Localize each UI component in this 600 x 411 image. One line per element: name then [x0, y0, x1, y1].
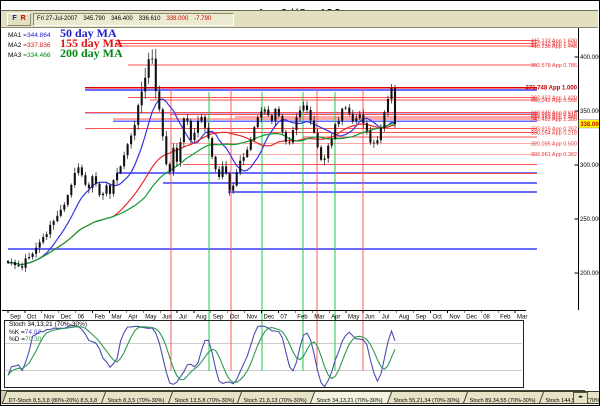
date-axis-label: Nov: [44, 315, 55, 321]
ma-line: [8, 124, 395, 265]
red-level-label: 309.961 App 0.382: [531, 152, 577, 158]
date-axis-label: 06: [78, 315, 85, 321]
stoch-tab-1[interactable]: Stoch 8,3,5 (70%-30%): [100, 391, 174, 404]
ma-legend-row-3: MA3 =334.466200 day MA: [8, 48, 123, 58]
stoch-tab-3[interactable]: Stoch 21,8,13 (70%-30%): [237, 391, 317, 404]
date-axis-label: Jun: [162, 315, 172, 321]
ma-legend: MA1 =344.86450 day MAMA2 =337.836155 day…: [8, 28, 123, 58]
price-chart-canvas[interactable]: 400.000 350.000 300.000 250.000 200.000 338.0…: [0, 0, 600, 411]
date-axis-label: Jun: [365, 315, 375, 321]
date-axis-label: Apr: [128, 315, 137, 321]
quote-open: 345.790: [83, 16, 105, 22]
date-axis-label: May: [348, 315, 359, 321]
date-axis-label: Oct: [433, 315, 443, 321]
ma-name-label: 200 day MA: [60, 46, 123, 60]
indicator-tab-bar: DT-Stoch 8,5,3,8 (80%-20%) 8,5,3,8 Stoch …: [1, 390, 585, 404]
date-axis-label: Dec: [466, 315, 477, 321]
red-level-label: 342.483 App 1.380: [531, 117, 577, 123]
stoch-tab-label: Stoch 8,3,5 (70%-30%): [107, 396, 164, 407]
red-level-label: 392.578 App 0.786: [531, 63, 577, 69]
stoch-tab-label: Stoch 21,8,13 (70%-30%): [244, 396, 307, 407]
date-axis-label: Feb: [500, 315, 511, 321]
stoch-tab-label: Stoch 55,21,34 (70%-30%): [393, 396, 459, 407]
stoch-d-readout: %D =70.30: [9, 336, 87, 344]
price-axis-label: 400.000: [580, 55, 600, 61]
chart-button-f[interactable]: F: [12, 15, 16, 22]
date-axis-label: Mar: [314, 315, 324, 321]
red-level-label: 330.054 App 0.218: [531, 131, 577, 137]
last-price-tag-text: 338.000: [580, 122, 600, 128]
stoch-tab-label: Stoch 89,34,55 (70%-30%): [469, 396, 535, 407]
stoch-tab-label: Stoch 13,5,8 (70%-30%): [174, 396, 234, 407]
tab-scroll-control[interactable]: ◂▸: [573, 392, 588, 404]
ma-line: [8, 124, 395, 265]
date-axis-label: Sep: [416, 315, 427, 321]
date-axis-label: Aug: [196, 315, 207, 321]
stoch-k-readout: %K =74.02: [9, 329, 87, 337]
quote-field: Fri 27-Jul-2007 345.790 346.400 336.610 338.…: [33, 13, 234, 26]
date-axis-label: Jul: [179, 315, 187, 321]
title-bar: Amex Gold Bugs 1 D-D: [1, 1, 598, 10]
date-axis-label: Aug: [399, 315, 410, 321]
red-level-label: 410.236 App 1.448: [531, 44, 577, 50]
price-axis-label: 300.000: [580, 163, 600, 169]
date-axis-label: Apr: [331, 315, 340, 321]
quote-high: 346.400: [111, 16, 133, 22]
chart-button-r[interactable]: R: [21, 15, 26, 22]
quote-change: -7.790: [194, 16, 211, 22]
red-level-label: 371.748 App 1.000: [526, 86, 578, 92]
date-axis-label: Dec: [264, 315, 275, 321]
date-axis-label: Mar: [517, 315, 527, 321]
quote-date: Fri 27-Jul-2007: [37, 16, 77, 22]
stoch-panel-header: Stoch 34,13,21 (70%-30%) %K =74.02 %D =7…: [9, 321, 87, 344]
date-axis-label: May: [145, 315, 156, 321]
date-axis-label: Mar: [111, 315, 121, 321]
date-axis-label: Feb: [95, 315, 106, 321]
price-axis-label: 250.000: [580, 217, 600, 223]
stoch-tab-0[interactable]: DT-Stoch 8,5,3,8 (80%-20%) 8,5,3,8: [2, 391, 107, 404]
stoch-tab-4[interactable]: Stoch 34,13,21 (70%-30%): [310, 391, 393, 404]
quote-low: 336.610: [139, 16, 161, 22]
date-axis-label: Jul: [382, 315, 390, 321]
date-axis-label: Nov: [449, 315, 460, 321]
date-axis-label: Nov: [247, 315, 258, 321]
date-axis-label: Dec: [61, 315, 72, 321]
date-axis-label: Oct: [230, 315, 240, 321]
stoch-indicator-label: Stoch 34,13,21 (70%-30%): [9, 321, 87, 329]
date-axis-label: 08: [483, 315, 490, 321]
stoch-tab-label: Stoch 34,13,21 (70%-30%): [317, 396, 383, 407]
date-axis-label: Sep: [10, 315, 21, 321]
chart-style-buttons[interactable]: FR: [7, 13, 31, 26]
date-axis-label: Feb: [297, 315, 308, 321]
stoch-tab-5[interactable]: Stoch 55,21,34 (70%-30%): [386, 391, 469, 404]
stoch-tab-6[interactable]: Stoch 89,34,55 (70%-30%): [462, 391, 545, 404]
date-axis-label: Oct: [27, 315, 37, 321]
date-axis-label: Sep: [213, 315, 224, 321]
price-axis-label: 350.000: [580, 109, 600, 115]
red-level-label: 320.095 App 0.500: [531, 141, 577, 147]
stoch-tab-7[interactable]: Stoch 144,55,89 (70%-30%): [538, 391, 600, 404]
ma-line: [8, 99, 395, 265]
date-axis-label: 07: [280, 315, 287, 321]
ma-value: MA3 =334.466: [8, 51, 60, 61]
candle-wicks: [8, 49, 395, 272]
price-axis-label: 200.000: [580, 271, 600, 277]
red-level-label: 360.042 App 0.568: [531, 98, 577, 104]
quote-last: 338.000: [166, 16, 188, 22]
stoch-tab-label: DT-Stoch 8,5,3,8 (80%-20%) 8,5,3,8: [9, 396, 98, 407]
stoch-tab-2[interactable]: Stoch 13,5,8 (70%-30%): [167, 391, 244, 404]
